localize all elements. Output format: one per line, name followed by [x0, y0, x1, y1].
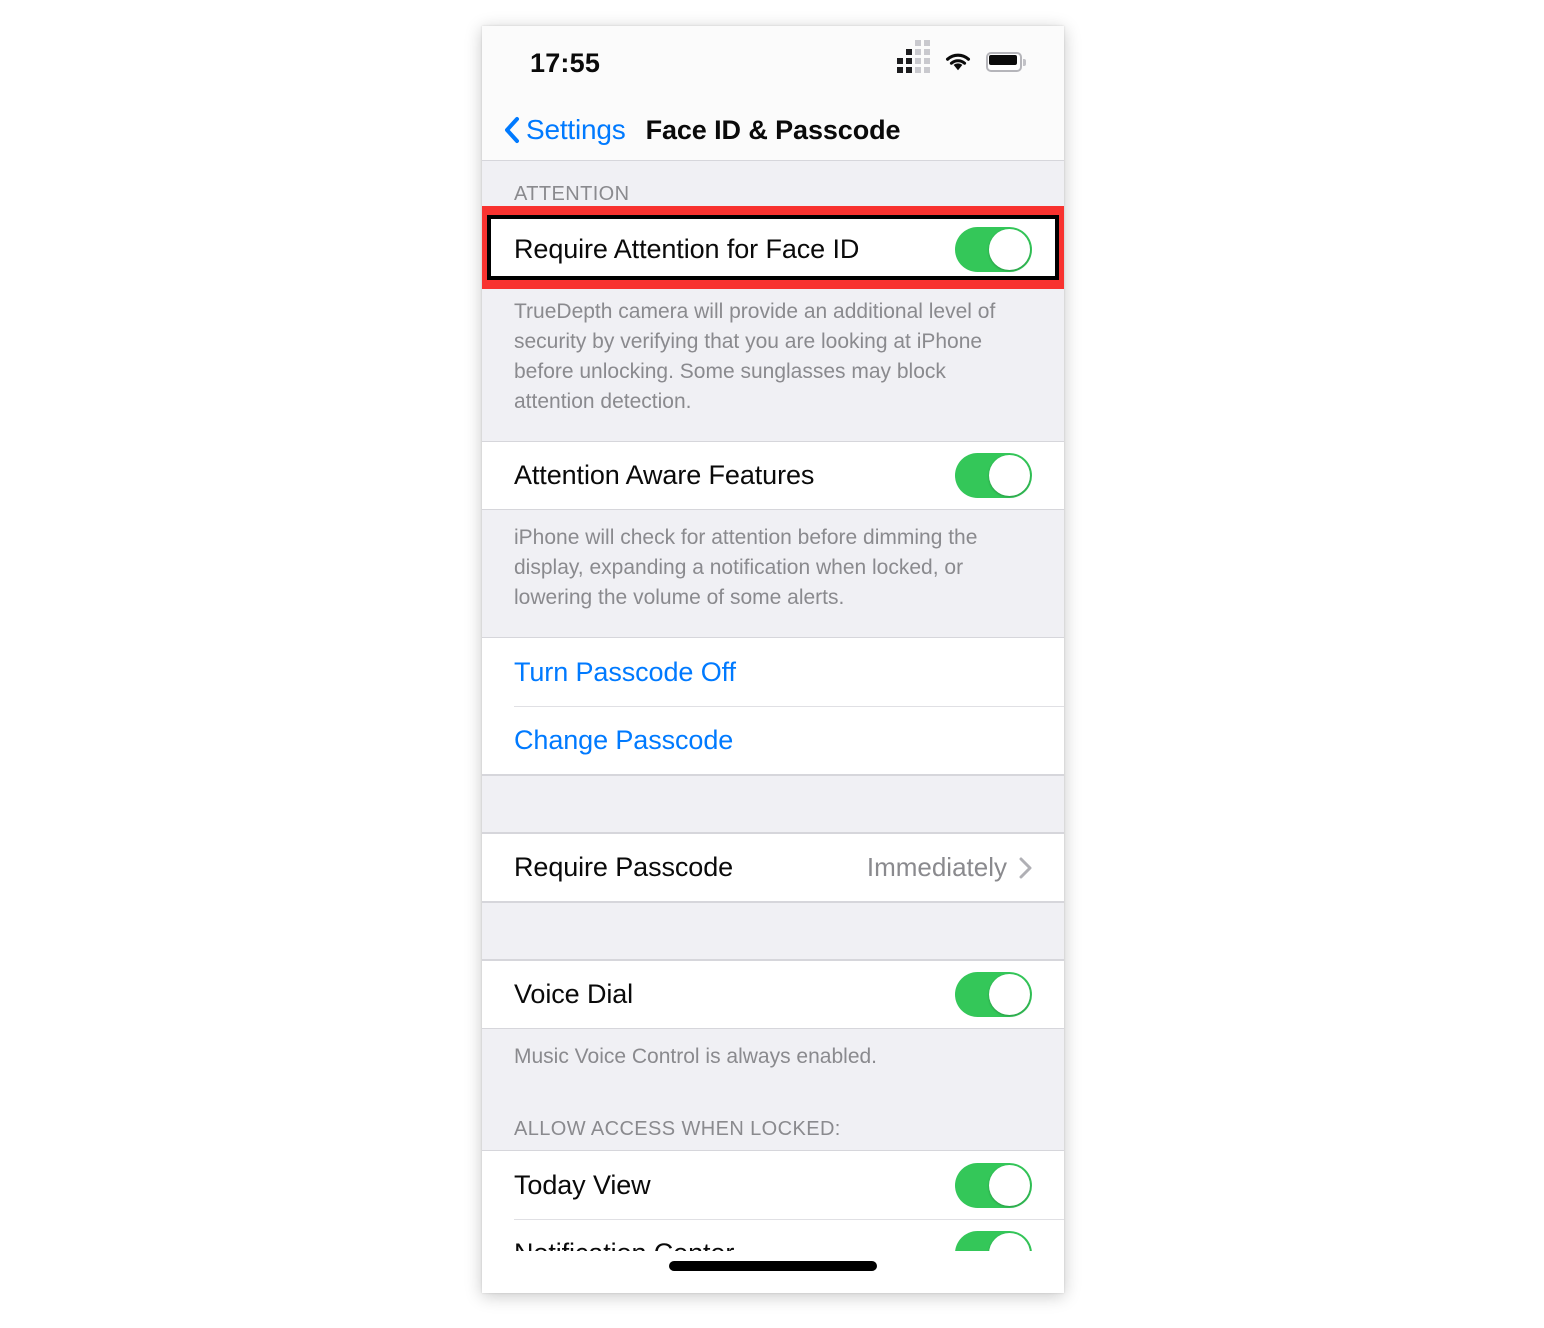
- group-passcode-actions: Turn Passcode Off Change Passcode: [482, 637, 1064, 775]
- status-time: 17:55: [530, 48, 601, 78]
- iphone-screen: 17:55 Settings Face ID & Passcode ATTENT…: [482, 26, 1064, 1293]
- row-label: Change Passcode: [514, 724, 734, 755]
- status-bar: 17:55: [482, 26, 1064, 99]
- footer-attention-aware: iPhone will check for attention before d…: [482, 510, 1064, 637]
- toggle-attention-aware-features[interactable]: [955, 453, 1032, 498]
- cellular-dots-icon: [897, 40, 930, 73]
- settings-list[interactable]: ATTENTION Require Attention for Face ID …: [482, 161, 1064, 1293]
- battery-full-icon: [986, 52, 1026, 72]
- row-value: Immediately: [866, 852, 1007, 882]
- row-today-view[interactable]: Today View: [482, 1150, 1064, 1219]
- section-gap: [482, 902, 1064, 960]
- group-require-passcode: Require Passcode Immediately: [482, 833, 1064, 902]
- row-label: Today View: [514, 1169, 651, 1200]
- row-attention-aware-features[interactable]: Attention Aware Features: [482, 441, 1064, 510]
- group-attention-aware: Attention Aware Features: [482, 441, 1064, 510]
- row-require-attention-for-face-id[interactable]: Require Attention for Face ID: [482, 206, 1064, 289]
- page-title: Face ID & Passcode: [645, 114, 901, 145]
- row-turn-passcode-off[interactable]: Turn Passcode Off: [482, 637, 1064, 706]
- toggle-require-attention-for-face-id[interactable]: [955, 227, 1032, 272]
- footer-voice-dial: Music Voice Control is always enabled.: [482, 1029, 1064, 1096]
- wifi-icon: [945, 52, 971, 72]
- row-label: Require Passcode: [514, 852, 734, 882]
- toggle-today-view[interactable]: [955, 1162, 1032, 1208]
- home-indicator: [482, 1251, 1064, 1293]
- navigation-bar: Settings Face ID & Passcode: [482, 99, 1064, 161]
- chevron-right-icon: [1019, 857, 1032, 879]
- status-indicators: [897, 40, 1026, 78]
- footer-require-attention: TrueDepth camera will provide an additio…: [482, 284, 1064, 441]
- row-label: Require Attention for Face ID: [514, 234, 860, 264]
- group-require-attention: Require Attention for Face ID: [482, 206, 1064, 289]
- row-label: Turn Passcode Off: [514, 656, 736, 687]
- section-header-attention: ATTENTION: [482, 161, 1064, 215]
- section-header-allow-access: ALLOW ACCESS WHEN LOCKED:: [482, 1096, 1064, 1150]
- row-change-passcode[interactable]: Change Passcode: [482, 706, 1064, 775]
- toggle-voice-dial[interactable]: [955, 972, 1032, 1017]
- row-voice-dial[interactable]: Voice Dial: [482, 960, 1064, 1029]
- row-require-passcode[interactable]: Require Passcode Immediately: [482, 833, 1064, 902]
- row-label: Voice Dial: [514, 979, 634, 1009]
- section-gap: [482, 775, 1064, 833]
- group-voice-dial: Voice Dial: [482, 960, 1064, 1029]
- row-label: Attention Aware Features: [514, 460, 815, 490]
